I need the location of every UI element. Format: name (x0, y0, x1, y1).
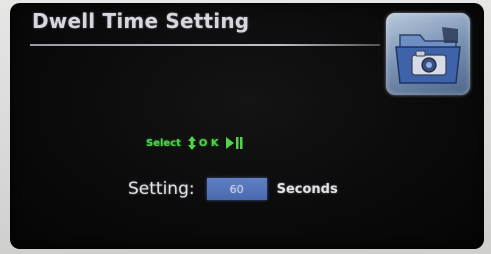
setting-label: Setting: (128, 179, 195, 199)
key-hint-row: Select O K (146, 135, 243, 151)
unit-label: Seconds (276, 181, 338, 197)
device-bezel: Dwell Time Setting Select O K Setting: 6… (0, 0, 491, 254)
up-down-arrows-icon (187, 135, 197, 151)
setting-row: Setting: 60 Seconds (128, 177, 338, 201)
dwell-time-value-field[interactable]: 60 (206, 178, 267, 200)
play-pause-icon (225, 136, 243, 150)
title-divider (30, 44, 380, 46)
dwell-time-value: 60 (229, 182, 244, 196)
page-title: Dwell Time Setting (32, 9, 250, 33)
camera-folder-icon[interactable] (386, 13, 470, 95)
select-hint-label: Select (146, 137, 181, 149)
ok-hint-label: O K (198, 137, 219, 149)
device-screen: Dwell Time Setting Select O K Setting: 6… (10, 3, 484, 249)
